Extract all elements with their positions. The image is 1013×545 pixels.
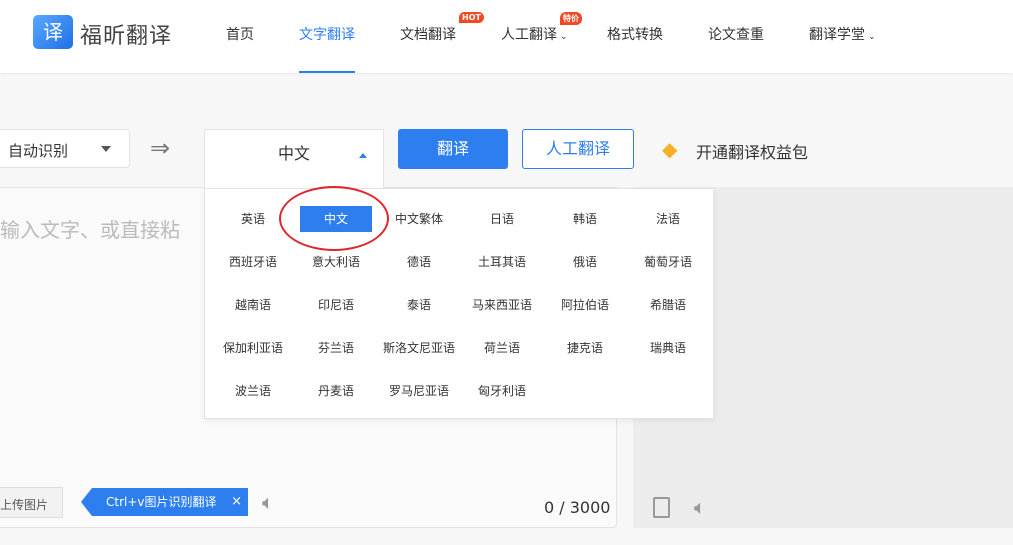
nav-badge: 特价 (560, 12, 582, 25)
close-icon[interactable]: × (231, 488, 242, 516)
copy-icon[interactable] (653, 497, 670, 518)
language-option[interactable]: 捷克语 (547, 335, 623, 361)
nav-item[interactable]: 翻译学堂 ⌄ (809, 24, 876, 44)
active-tab-indicator (299, 71, 355, 73)
nav-item[interactable]: 论文查重 (708, 24, 764, 44)
caret-up-icon (359, 149, 367, 158)
language-option[interactable]: 罗马尼亚语 (381, 378, 457, 404)
human-translation-button[interactable]: 人工翻译 (522, 129, 634, 169)
language-option[interactable]: 印尼语 (298, 292, 374, 318)
language-option[interactable]: 日语 (464, 206, 540, 232)
logo-icon[interactable]: 译 (33, 15, 73, 49)
language-option[interactable]: 法语 (630, 206, 706, 232)
language-option[interactable]: 保加利亚语 (215, 335, 291, 361)
nav-label: 人工翻译 (501, 27, 557, 43)
caret-down-icon (101, 146, 111, 157)
language-option[interactable]: 丹麦语 (298, 378, 374, 404)
target-language-value: 中文 (277, 144, 310, 163)
nav-item[interactable]: 文字翻译 (299, 24, 355, 44)
language-option[interactable]: 芬兰语 (298, 335, 374, 361)
language-option[interactable]: 越南语 (215, 292, 291, 318)
language-option[interactable]: 瑞典语 (630, 335, 706, 361)
nav-label: 格式转换 (607, 27, 663, 43)
nav-label: 文档翻译 (400, 27, 456, 43)
language-option[interactable]: 斯洛文尼亚语 (381, 335, 457, 361)
source-language-select[interactable]: 自动识别 (0, 129, 130, 168)
nav-label: 文字翻译 (299, 27, 355, 43)
language-option[interactable]: 匈牙利语 (464, 378, 540, 404)
speaker-icon[interactable]: 🔈︎ (694, 495, 706, 519)
highlight-circle (279, 186, 389, 251)
chevron-down-icon: ⌄ (560, 32, 568, 42)
nav-badge: HOT (459, 12, 484, 23)
nav-label: 翻译学堂 (809, 27, 865, 43)
vip-package-link[interactable]: 开通翻译权益包 (696, 139, 808, 163)
language-option[interactable]: 韩语 (547, 206, 623, 232)
language-option[interactable]: 阿拉伯语 (547, 292, 623, 318)
speaker-icon[interactable]: 🔈︎ (262, 490, 274, 514)
language-option[interactable]: 葡萄牙语 (630, 249, 706, 275)
language-option[interactable]: 中文繁体 (381, 206, 457, 232)
nav-item[interactable]: 首页 (226, 24, 254, 44)
source-language-value: 自动识别 (8, 142, 69, 160)
language-option[interactable]: 德语 (381, 249, 457, 275)
nav-label: 论文查重 (708, 27, 764, 43)
target-language-select[interactable]: 中文 (204, 129, 384, 189)
nav-item[interactable]: 人工翻译 ⌄ (501, 24, 568, 44)
translate-button[interactable]: 翻译 (398, 129, 508, 169)
header: 译 福昕翻译 首页 文字翻译 文档翻译 人工翻译 ⌄ 格式转换 论文查重 翻译学堂 ⌄ HOT 特… (0, 0, 1013, 73)
paste-image-tip: Ctrl+v图片识别翻译 × (81, 488, 248, 516)
chevron-down-icon: ⌄ (868, 32, 876, 42)
tip-text: Ctrl+v图片识别翻译 (106, 495, 217, 509)
char-count: 0 / 3000 (544, 498, 611, 517)
language-option[interactable]: 荷兰语 (464, 335, 540, 361)
nav-item[interactable]: 文档翻译 (400, 24, 456, 44)
language-option[interactable]: 俄语 (547, 249, 623, 275)
source-text-placeholder: 输入文字、或直接粘 (0, 218, 180, 242)
language-option[interactable]: 西班牙语 (215, 249, 291, 275)
swap-arrow-icon[interactable]: ⇒ (150, 134, 170, 162)
language-option[interactable]: 希腊语 (630, 292, 706, 318)
language-option[interactable]: 意大利语 (298, 249, 374, 275)
language-option[interactable]: 波兰语 (215, 378, 291, 404)
language-option[interactable]: 泰语 (381, 292, 457, 318)
upload-image-button[interactable]: 上传图片 (0, 487, 63, 518)
brand-name[interactable]: 福昕翻译 (80, 18, 172, 50)
nav-item[interactable]: 格式转换 (607, 24, 663, 44)
nav-label: 首页 (226, 27, 254, 43)
diamond-icon: ◆ (662, 137, 678, 161)
language-option[interactable]: 土耳其语 (464, 249, 540, 275)
language-option[interactable]: 马来西亚语 (464, 292, 540, 318)
